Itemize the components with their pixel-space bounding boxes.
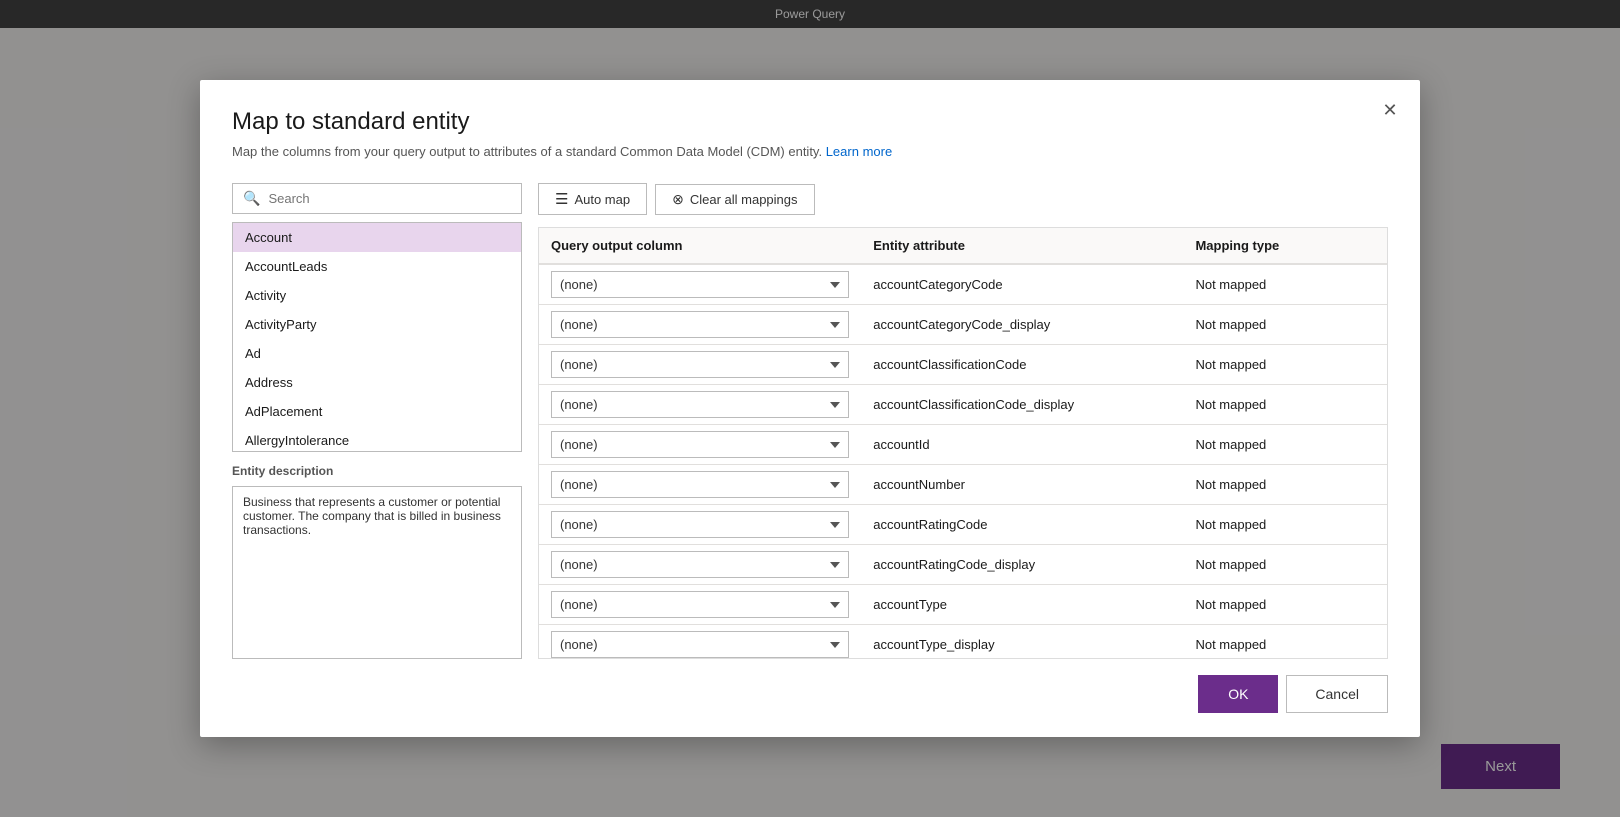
entity-attr-2: accountCategoryCode_display [861, 305, 1183, 345]
dialog-close-button[interactable]: ✕ [1376, 96, 1404, 124]
table-row: (none) accountNumber Not mapped [539, 465, 1387, 505]
dialog-body: 🔍 Account AccountLeads Activity Activity… [200, 167, 1420, 659]
query-col-select-7[interactable]: (none) [551, 511, 849, 538]
mapping-type-4: Not mapped [1183, 385, 1387, 425]
mapping-type-3: Not mapped [1183, 345, 1387, 385]
dialog-subtitle-text: Map the columns from your query output t… [232, 144, 822, 159]
query-col-select-3[interactable]: (none) [551, 351, 849, 378]
entity-item-ad[interactable]: Ad [233, 339, 521, 368]
entity-item-activity[interactable]: Activity [233, 281, 521, 310]
mapping-toolbar: ☰ Auto map ⊗ Clear all mappings [538, 183, 1388, 215]
mapping-type-9: Not mapped [1183, 585, 1387, 625]
table-row: (none) accountCategoryCode Not mapped [539, 264, 1387, 305]
mapping-table-head: Query output column Entity attribute Map… [539, 228, 1387, 264]
entity-attr-6: accountNumber [861, 465, 1183, 505]
entity-attr-1: accountCategoryCode [861, 264, 1183, 305]
entity-list: Account AccountLeads Activity ActivityPa… [232, 222, 522, 452]
clear-icon: ⊗ [672, 191, 684, 208]
clear-all-mappings-button[interactable]: ⊗ Clear all mappings [655, 184, 814, 215]
dialog-title: Map to standard entity [232, 108, 1388, 136]
entity-item-accountleads[interactable]: AccountLeads [233, 252, 521, 281]
auto-map-button[interactable]: ☰ Auto map [538, 183, 647, 215]
mapping-scroll-body[interactable]: Query output column Entity attribute Map… [539, 228, 1387, 658]
entity-attr-7: accountRatingCode [861, 505, 1183, 545]
entity-attr-5: accountId [861, 425, 1183, 465]
left-panel: 🔍 Account AccountLeads Activity Activity… [232, 183, 522, 659]
entity-attr-8: accountRatingCode_display [861, 545, 1183, 585]
map-entity-dialog: ✕ Map to standard entity Map the columns… [200, 80, 1420, 737]
dialog-header: Map to standard entity Map the columns f… [200, 80, 1420, 167]
mapping-type-1: Not mapped [1183, 264, 1387, 305]
table-row: (none) accountType Not mapped [539, 585, 1387, 625]
table-row: (none) accountType_display Not mapped [539, 625, 1387, 659]
query-col-select-2[interactable]: (none) [551, 311, 849, 338]
mapping-type-10: Not mapped [1183, 625, 1387, 659]
col-entity-attribute: Entity attribute [861, 228, 1183, 264]
auto-map-label: Auto map [574, 192, 630, 207]
entity-description-box: Business that represents a customer or p… [232, 486, 522, 659]
mapping-type-2: Not mapped [1183, 305, 1387, 345]
search-box: 🔍 [232, 183, 522, 214]
entity-item-adplacement[interactable]: AdPlacement [233, 397, 521, 426]
mapping-type-6: Not mapped [1183, 465, 1387, 505]
query-col-select-10[interactable]: (none) [551, 631, 849, 658]
mapping-type-5: Not mapped [1183, 425, 1387, 465]
learn-more-link[interactable]: Learn more [826, 144, 892, 159]
table-row: (none) accountRatingCode_display Not map… [539, 545, 1387, 585]
right-panel: ☰ Auto map ⊗ Clear all mappings [538, 183, 1388, 659]
mapping-table-container: Query output column Entity attribute Map… [538, 227, 1388, 659]
search-icon: 🔍 [243, 190, 260, 207]
mapping-type-8: Not mapped [1183, 545, 1387, 585]
entity-attr-3: accountClassificationCode [861, 345, 1183, 385]
modal-overlay: ✕ Map to standard entity Map the columns… [0, 0, 1620, 817]
dialog-footer: OK Cancel [200, 659, 1420, 737]
table-row: (none) accountClassificationCode_display… [539, 385, 1387, 425]
query-col-select-8[interactable]: (none) [551, 551, 849, 578]
query-col-select-4[interactable]: (none) [551, 391, 849, 418]
col-mapping-type: Mapping type [1183, 228, 1387, 264]
entity-item-account[interactable]: Account [233, 223, 521, 252]
table-row: (none) accountRatingCode Not mapped [539, 505, 1387, 545]
table-row: (none) accountId Not mapped [539, 425, 1387, 465]
mapping-type-7: Not mapped [1183, 505, 1387, 545]
mapping-table: Query output column Entity attribute Map… [539, 228, 1387, 658]
search-input[interactable] [268, 191, 511, 206]
cancel-button[interactable]: Cancel [1286, 675, 1388, 713]
table-row: (none) accountCategoryCode_display Not m… [539, 305, 1387, 345]
clear-all-label: Clear all mappings [690, 192, 798, 207]
entity-attr-4: accountClassificationCode_display [861, 385, 1183, 425]
entity-description-label: Entity description [232, 464, 522, 478]
entity-item-activityparty[interactable]: ActivityParty [233, 310, 521, 339]
table-row: (none) accountClassificationCode Not map… [539, 345, 1387, 385]
query-col-select-6[interactable]: (none) [551, 471, 849, 498]
entity-item-address[interactable]: Address [233, 368, 521, 397]
query-col-select-9[interactable]: (none) [551, 591, 849, 618]
ok-button[interactable]: OK [1198, 675, 1278, 713]
auto-map-icon: ☰ [555, 190, 568, 208]
dialog-subtitle: Map the columns from your query output t… [232, 144, 1388, 159]
query-col-select-5[interactable]: (none) [551, 431, 849, 458]
entity-attr-9: accountType [861, 585, 1183, 625]
entity-attr-10: accountType_display [861, 625, 1183, 659]
query-col-select-1[interactable]: (none) [551, 271, 849, 298]
entity-item-allergyintolerance[interactable]: AllergyIntolerance [233, 426, 521, 452]
mapping-table-body: (none) accountCategoryCode Not mapped (n… [539, 264, 1387, 658]
col-query-output: Query output column [539, 228, 861, 264]
